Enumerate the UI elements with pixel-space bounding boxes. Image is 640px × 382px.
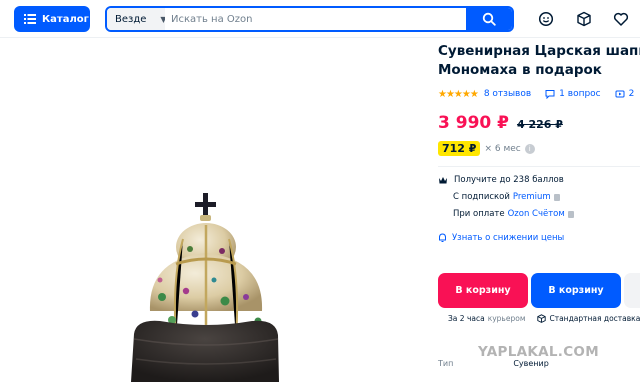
info-icon[interactable]: i: [524, 143, 535, 154]
search-input[interactable]: [165, 8, 466, 30]
search-scope-select[interactable]: Везде ▼: [107, 8, 167, 30]
spec-type-label: Тип: [438, 359, 454, 368]
notify-label: Узнать о снижении цены: [452, 233, 565, 243]
installment-price[interactable]: 712 ₽: [438, 141, 481, 156]
lock-icon: [567, 210, 574, 218]
search-scope-label: Везде: [115, 13, 147, 25]
standard-delivery: Стандартная доставка: [537, 314, 640, 323]
installment-row: 712 ₽ × 6 мес i: [438, 141, 640, 156]
premium-row: С подпиской Premium: [438, 192, 640, 202]
courier-delivery: За 2 часа курьером: [448, 314, 525, 323]
bell-icon: [439, 233, 446, 242]
chat-bubble-icon: [545, 90, 555, 99]
catalog-button[interactable]: Каталог: [14, 6, 90, 32]
delivery-info: За 2 часа курьером Стандартная доставка: [448, 314, 640, 323]
premium-link[interactable]: Premium: [513, 192, 551, 202]
search-button[interactable]: [466, 8, 512, 30]
standard-delivery-label: Стандартная доставка: [549, 314, 640, 323]
reviews-link[interactable]: 8 отзывов: [484, 89, 531, 99]
more-options-button[interactable]: [624, 273, 640, 308]
spec-row: Тип Сувенир: [438, 359, 640, 368]
ozon-account-link[interactable]: Ozon Счётом: [508, 209, 565, 219]
favorites-heart-icon[interactable]: [612, 10, 630, 28]
premium-prefix: С подпиской: [453, 192, 510, 202]
top-header: Каталог Везде ▼: [0, 0, 640, 38]
menu-icon: [24, 14, 36, 24]
crown-icon: [439, 176, 447, 183]
catalog-label: Каталог: [42, 13, 89, 25]
video-icon: [615, 90, 625, 98]
video-count: 2: [628, 89, 635, 99]
ozon-account-row: При оплате Ozon Счётом: [438, 209, 640, 219]
search-bar: Везде ▼: [105, 6, 514, 32]
bonus-text: Получите до 238 баллов: [454, 175, 564, 185]
product-title: Сувенирная Царская шапка Мономаха в пода…: [438, 42, 640, 80]
cart-buttons: В корзину В корзину: [438, 273, 640, 308]
rating-stars-icon: ★★★★★: [438, 88, 479, 100]
spec-type-value: Сувенир: [513, 359, 549, 368]
questions-label: 1 вопрос: [559, 89, 601, 99]
add-to-cart-button[interactable]: В корзину: [531, 273, 621, 308]
add-to-cart-express-button[interactable]: В корзину: [438, 273, 528, 308]
bonus-row: Получите до 238 баллов: [438, 175, 640, 185]
questions-link[interactable]: 1 вопрос: [545, 89, 601, 99]
orders-box-icon[interactable]: [575, 10, 593, 28]
installment-note: × 6 мес: [484, 143, 521, 154]
price-row: 3 990 ₽ 4 226 ₽: [438, 113, 640, 133]
search-icon: [482, 12, 496, 26]
profile-icon[interactable]: [537, 10, 555, 28]
lock-icon: [553, 193, 560, 201]
courier-time: За 2 часа: [448, 314, 485, 323]
current-price: 3 990 ₽: [438, 113, 509, 133]
ozon-account-prefix: При оплате: [453, 209, 505, 219]
price-drop-notify[interactable]: Узнать о снижении цены: [438, 233, 640, 243]
product-title-line1: Сувенирная Царская шапка: [438, 43, 640, 59]
monomakh-cap-image: [131, 193, 279, 382]
video-link[interactable]: 2: [615, 89, 635, 99]
product-image[interactable]: [0, 39, 425, 382]
product-info-panel: Сувенирная Царская шапка Мономаха в пода…: [438, 39, 640, 368]
divider: [438, 166, 640, 167]
box-icon: [537, 314, 547, 323]
watermark-text: YAPLAKAL.COM: [478, 344, 599, 360]
courier-label: курьером: [487, 314, 526, 323]
product-meta: ★★★★★ 8 отзывов 1 вопрос 2: [438, 87, 640, 101]
product-title-line2: Мономаха в подарок: [438, 62, 602, 78]
old-price: 4 226 ₽: [516, 118, 563, 131]
